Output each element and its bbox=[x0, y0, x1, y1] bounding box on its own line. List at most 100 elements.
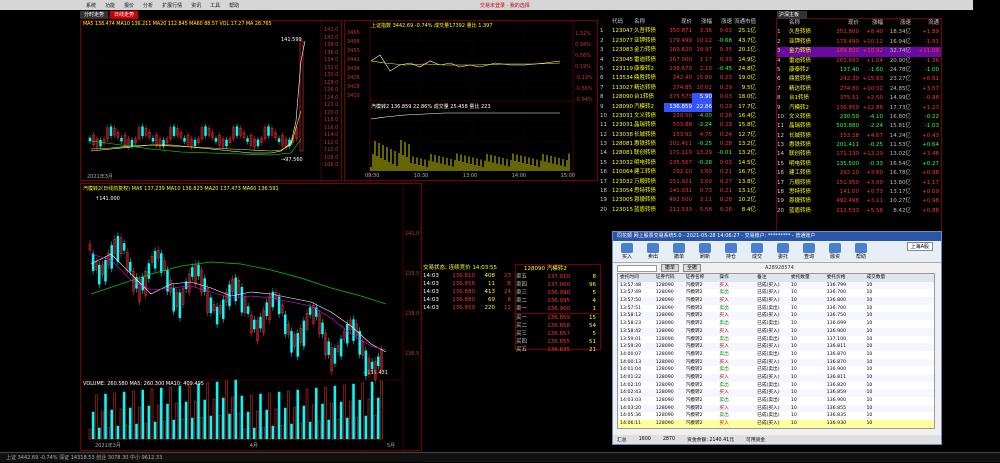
quote-row[interactable]: 16 110064 建工转债 292.10 3.60 0.21 16.7亿 bbox=[600, 168, 772, 177]
right-quote-row[interactable]: 1 久吾转债 351.800 +8.40 18.34亿 +1.89 bbox=[777, 28, 941, 37]
quote-cell: 久吾转债 bbox=[634, 28, 657, 35]
quote-row[interactable]: 15 123032 明电转债 135.567 -0.28 0.03 14.5亿 bbox=[600, 159, 772, 168]
account-select[interactable]: 上海A股 bbox=[906, 242, 933, 251]
order-row[interactable]: 13:57:48 128090 汽模转2 买入 已成(买入) 10 136.799 10 bbox=[618, 281, 934, 290]
quote-row[interactable]: 4 123045 雷迪转债 267.000 1.17 0.39 14.9亿 bbox=[600, 56, 772, 65]
right-quote-row[interactable]: 6 鼎胜转债 242.30 +15.83 23.27亿 +6.61 bbox=[777, 75, 941, 84]
right-panel-tab[interactable]: 沪深主板 bbox=[777, 11, 807, 19]
toolbar-button-4[interactable]: 持仓 bbox=[721, 243, 741, 260]
quote-row[interactable]: 20 123015 蓝盾转债 212.533 5.58 0.26 8.4亿 bbox=[600, 206, 772, 215]
orderbook-row[interactable]: 买二 136.858 54 bbox=[516, 322, 600, 330]
cancel-all-button[interactable]: 全撤 bbox=[683, 264, 702, 272]
right-quote-row[interactable]: 12 长城转债 153.28 +4.67 14.24亿 +0.43 bbox=[777, 132, 941, 141]
quote-row[interactable]: 14 128081 联创转债 171.119 13.29 -0.01 13.2亿 bbox=[600, 149, 772, 158]
menu-tools[interactable]: 工具 bbox=[210, 2, 220, 9]
quote-cell: 17.7亿 bbox=[738, 103, 756, 110]
order-row[interactable]: 14:02:10 128090 汽模转2 卖出 已成(卖出) 10 136.820 10 bbox=[618, 382, 934, 390]
quote-row[interactable]: 10 123031 文义转债 230.50 -4.00 0.26 16.4亿 bbox=[600, 112, 772, 121]
orderbook-row[interactable]: 买四 136.855 51 bbox=[516, 338, 600, 346]
orderbook-row[interactable]: 买五 136.835 21 bbox=[516, 346, 600, 354]
order-row[interactable]: 14:00:13 128090 汽模转2 买入 已成(买入) 10 136.870 10 bbox=[618, 358, 934, 367]
menu-help[interactable]: 帮助 bbox=[229, 2, 239, 9]
order-row[interactable]: 14:01:22 128090 汽模转2 买入 已成(买入) 10 136.811 10 bbox=[618, 373, 934, 382]
quote-row[interactable]: 1 123047 久吾转债 350.871 3.36 0.63 25.1亿 bbox=[600, 27, 772, 36]
quote-row[interactable]: 6 113534 鼎胜转债 242.40 15.80 0.23 19.0亿 bbox=[600, 74, 772, 83]
orderbook-row[interactable]: 卖五 137.010 8 bbox=[516, 273, 600, 281]
quote-row[interactable]: 19 123005 恩捷转债 492.500 3.11 0.28 10.2亿 bbox=[600, 196, 772, 205]
quote-row[interactable]: 7 113027 精达转债 274.85 10.02 0.29 9.5亿 bbox=[600, 84, 772, 93]
right-quote-row[interactable]: 17 万顺转债 151.950 +3.60 13.80亿 +1.17 bbox=[777, 179, 941, 188]
quote-row[interactable]: 17 123032 万顺转债 151.921 3.60 0.27 13.8亿 bbox=[600, 178, 772, 187]
order-row[interactable]: 13:59:01 128090 汽模转2 卖出 已成(卖出) 10 137.100 10 bbox=[618, 336, 934, 344]
right-quote-row[interactable]: 15 明电转债 135.500 -0.33 16.54亿 +0.27 bbox=[777, 160, 941, 169]
quote-row[interactable]: 11 123031 晶瑞转债 503.88 -2.24 0.29 15.8亿 bbox=[600, 121, 772, 130]
quote-row[interactable]: 13 128081 惠铁转债 201.411 -0.25 0.28 13.2亿 bbox=[600, 140, 772, 149]
order-row[interactable]: 14:03:20 128090 汽模转2 买入 已成(买入) 10 136.855 10 bbox=[618, 404, 934, 413]
toolbar-button-5[interactable]: 成交 bbox=[747, 243, 767, 260]
toolbar-button-3[interactable]: 刷新 bbox=[695, 243, 715, 260]
order-row[interactable]: 14:02:43 128090 汽模转2 买入 已成(买入) 10 136.859 10 bbox=[618, 389, 934, 397]
right-quote-row[interactable]: 18 思特转债 141.00 +0.73 13.17亿 +0.09 bbox=[777, 188, 941, 197]
quote-row[interactable]: 2 123077 亚钾转债 179.499 10.12 -0.68 43.7亿 bbox=[600, 37, 772, 46]
order-row[interactable]: 13:57:50 128090 汽模转2 买入 已成(买入) 10 136.800 10 bbox=[618, 297, 934, 305]
orderbook-row[interactable]: 卖四 137.000 96 bbox=[516, 281, 600, 289]
order-row[interactable]: 14:03:03 128090 汽模转2 卖出 已成(卖出) 10 136.900 10 bbox=[618, 397, 934, 405]
tab-intraday[interactable]: 分时走势 bbox=[80, 11, 109, 19]
order-row[interactable]: 14:06:11 128090 汽模转2 买入 已成(买入) 10 136.930 10 bbox=[618, 420, 934, 428]
menu-system[interactable]: 系统 bbox=[86, 2, 96, 9]
right-quote-row[interactable]: 16 建工转债 292.10 +3.60 16.78亿 +0.98 bbox=[777, 169, 941, 178]
right-quote-row[interactable]: 19 恩捷转债 492.498 +3.11 10.27亿 +0.98 bbox=[777, 197, 941, 206]
menu-analysis[interactable]: 分析 bbox=[143, 2, 153, 9]
right-quote-row[interactable]: 2 亚钾转债 179.499 +10.12 16.94亿 -1.91 bbox=[777, 38, 941, 47]
toolbar-button-2[interactable]: 撤单 bbox=[669, 243, 689, 260]
tab-daily[interactable]: 日线走势 bbox=[110, 11, 139, 19]
right-quote-row[interactable]: 5 康泰转2 137.40 -1.60 24.78亿 -1.00 bbox=[777, 66, 941, 75]
orderbook-row[interactable]: 卖三 136.990 5 bbox=[516, 289, 600, 297]
orderbook-row[interactable]: 卖一 136.900 1 bbox=[516, 305, 600, 313]
cancel-button[interactable]: 撤单 bbox=[661, 264, 680, 272]
trading-dialog[interactable]: 同花顺 网上股票交易系统5.0 - 2021-05-28 14:06:27 - … bbox=[612, 231, 942, 445]
orderbook-row[interactable]: 买三 136.857 5 bbox=[516, 330, 600, 338]
quote-row[interactable]: 8 128090 台1转债 375.573 5.90 0.03 18.0亿 bbox=[600, 93, 772, 103]
orderbook-row[interactable]: 买一 136.859 15 bbox=[516, 314, 600, 322]
toolbar-button-7[interactable]: 查询 bbox=[799, 243, 819, 260]
right-quote-row[interactable]: 9 汽模转2 136.859 +22.86 17.73亿 +1.23 bbox=[777, 104, 941, 113]
order-row[interactable]: 13:57:49 128090 汽模转2 卖出 已成(买入) 10 136.700 10 bbox=[618, 289, 934, 297]
order-row[interactable]: 13:58:23 128090 汽模转2 卖出 已成(卖出) 10 136.699 10 bbox=[618, 320, 934, 328]
menu-extended[interactable]: 扩展行情 bbox=[162, 2, 182, 9]
order-row[interactable]: 13:58:12 128090 汽模转2 买入 已成(买入) 10 136.750 10 bbox=[618, 312, 934, 321]
quote-row[interactable]: 5 123119 康泰转2 138.670 2.10 -0.45 24.8亿 bbox=[600, 65, 772, 74]
quote-cell: 242.40 bbox=[672, 75, 692, 82]
right-quote-row[interactable]: 13 惠铁转债 201.411 -0.25 11.53亿 +0.64 bbox=[777, 141, 941, 150]
toolbar-button-9[interactable]: 帮助 bbox=[851, 243, 871, 260]
quote-row[interactable]: 3 123083 金力转债 169.820 10.97 0.35 20.1亿 bbox=[600, 46, 772, 55]
orderbook-row[interactable]: 卖二 136.995 4 bbox=[516, 297, 600, 305]
toolbar-button-1[interactable]: 卖出 bbox=[643, 243, 663, 260]
right-quote-row[interactable]: 4 雷迪转债 265.693 +1.04 20.90亿 -1.36 bbox=[777, 57, 941, 66]
quote-row[interactable]: 12 123038 长城转债 153.92 4.75 0.24 12.7亿 bbox=[600, 131, 772, 140]
menu-news[interactable]: 资讯 bbox=[191, 2, 201, 9]
filter-input[interactable] bbox=[617, 264, 657, 272]
menu-function[interactable]: 功能 bbox=[105, 2, 115, 9]
order-row[interactable]: 13:58:42 128090 汽模转2 买入 已成(买入) 10 136.900 10 bbox=[618, 327, 934, 336]
toolbar-button-0[interactable]: 买入 bbox=[617, 243, 637, 260]
menu-quote[interactable]: 报价 bbox=[124, 2, 134, 9]
quote-row[interactable]: 18 123054 思特转债 141.031 0.73 0.21 13.1亿 bbox=[600, 187, 772, 196]
kline-vol-bar bbox=[234, 379, 237, 440]
right-quote-row[interactable]: 3 金力转债 169.820 +10.92 32.74亿 +11.09 bbox=[777, 47, 941, 57]
order-row[interactable]: 14:05:36 128090 汽模转2 卖出 已成(卖出) 10 136.835 10 bbox=[618, 412, 934, 420]
quote-row[interactable]: 9 128090 汽模转2 136.859 22.86 0.29 17.7亿 bbox=[600, 102, 772, 112]
right-quote-row[interactable]: 14 联创转债 171.130 +13.29 13.02亿 +3.48 bbox=[777, 150, 941, 159]
toolbar-button-6[interactable]: 委托 bbox=[773, 243, 793, 260]
order-row[interactable]: 14:01:04 128090 汽模转2 卖出 已成(卖出) 10 136.900 10 bbox=[618, 366, 934, 374]
order-row[interactable]: 13:57:51 128090 汽模转2 卖出 已成(卖出) 10 136.700 10 bbox=[618, 305, 934, 313]
right-quote-row[interactable]: 8 台1转债 375.51 +2.50 14.99亿 -0.98 bbox=[777, 94, 941, 103]
right-quote-row[interactable]: 7 精达转债 274.80 +10.02 24.85亿 +3.57 bbox=[777, 85, 941, 94]
order-row[interactable]: 14:00:07 128090 汽模转2 卖出 已成(卖出) 10 136.870 10 bbox=[618, 351, 934, 359]
kline-vol-bar bbox=[175, 402, 179, 440]
toolbar-button-8[interactable]: 融资 bbox=[825, 243, 845, 260]
right-quote-row[interactable]: 20 蓝盾转债 212.533 +5.58 8.42亿 +0.88 bbox=[777, 207, 941, 216]
right-quote-row[interactable]: 10 文义转债 230.59 -4.10 16.80亿 -0.22 bbox=[777, 113, 941, 122]
right-quote-row[interactable]: 11 晶瑞转债 503.880 -2.24 15.81亿 -1.03 bbox=[777, 122, 941, 131]
order-row[interactable]: 13:59:20 128090 汽模转2 买入 已成(买入) 10 136.811 10 bbox=[618, 343, 934, 351]
